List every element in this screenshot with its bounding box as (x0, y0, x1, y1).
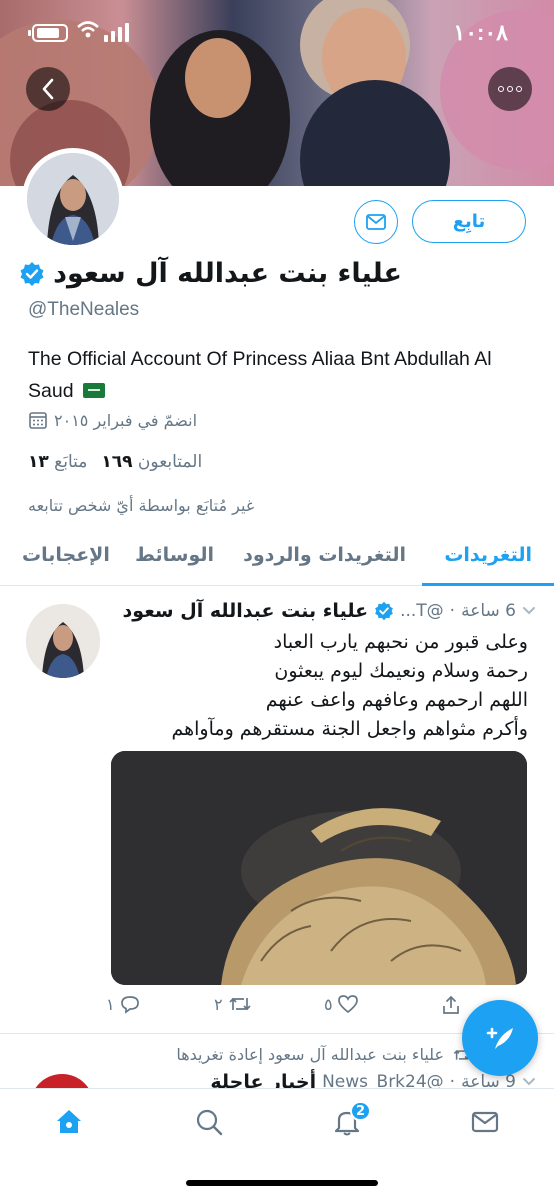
tab-home[interactable] (54, 1107, 84, 1141)
following-label: متابَع (54, 452, 88, 472)
tweet-line: رحمة وسلام ونعيمك ليوم يبعثون (274, 660, 528, 682)
calendar-icon (29, 412, 47, 429)
share-icon (443, 995, 459, 1014)
joined-text: انضمّ في فبراير ٢٠١٥ (54, 410, 198, 430)
reply-count: ١ (106, 994, 115, 1014)
like-action[interactable]: ٥ (324, 994, 359, 1014)
chevron-down-icon[interactable] (522, 606, 536, 616)
profile-display-name: علياء بنت عبدالله آل سعود (53, 258, 402, 289)
chevron-left-icon (42, 78, 54, 100)
more-dot-icon (516, 86, 522, 92)
compose-tweet-button[interactable] (462, 1000, 538, 1076)
follow-button[interactable]: تابِع (412, 200, 526, 243)
home-indicator (186, 1180, 378, 1186)
tweet-meta-separator: · (449, 601, 456, 621)
avatar-portrait (26, 604, 100, 678)
retweet-note: علياء بنت عبدالله آل سعود إعادة تغريدها (176, 1045, 472, 1064)
tweet-author: علياء بنت عبدالله آل سعود (122, 600, 369, 622)
home-icon (57, 1110, 81, 1133)
reply-icon (120, 996, 139, 1014)
tweet-handle: @T... (400, 601, 444, 621)
message-button[interactable] (354, 200, 398, 244)
notifications-badge: 2 (350, 1101, 372, 1121)
tab-search[interactable] (194, 1107, 224, 1141)
tweet-line: وعلى قبور من نحبهم يارب العباد (273, 631, 528, 653)
tab-notifications[interactable]: 2 (332, 1101, 372, 1141)
verified-badge-icon (375, 601, 393, 621)
search-icon (196, 1109, 223, 1136)
retweet-icon (228, 997, 251, 1011)
signal-icon (104, 22, 129, 42)
status-bar: ١٠:٠٨ (0, 14, 554, 48)
followers-count: ١٦٩ (101, 452, 133, 472)
followers-count-link[interactable]: المتابعون ١٦٩ (101, 452, 202, 472)
chevron-down-icon[interactable] (522, 1077, 536, 1087)
tweet-line: وأكرم مثواهم واجعل الجنة مستقرهم ومآواهم (171, 718, 528, 740)
tweet-media-image[interactable] (111, 751, 527, 985)
retweet-count: ٢ (214, 994, 223, 1014)
share-action[interactable] (440, 994, 462, 1016)
profile-tabs: التغريدات التغريدات والردود الوسائط الإع… (0, 534, 554, 586)
like-count: ٥ (324, 994, 333, 1014)
profile-bio: The Official Account Of Princess Aliaa B… (28, 343, 538, 407)
envelope-icon (471, 1111, 499, 1133)
following-count-link[interactable]: متابَع ١٣ (28, 452, 87, 472)
tweet-avatar[interactable] (26, 604, 100, 678)
profile-name-row: علياء بنت عبدالله آل سعود (19, 258, 402, 289)
saudi-flag-icon (82, 383, 105, 398)
tweet-text: وعلى قبور من نحبهم يارب العباد رحمة وسلا… (128, 628, 528, 744)
tab-tweets[interactable]: التغريدات (444, 544, 532, 566)
battery-icon (28, 24, 68, 42)
tab-likes[interactable]: الإعجابات (22, 544, 110, 566)
more-dot-icon (507, 86, 513, 92)
heart-icon (337, 995, 358, 1014)
more-options-button[interactable] (488, 67, 532, 111)
joined-date: انضمّ في فبراير ٢٠١٥ (28, 410, 197, 430)
more-dot-icon (498, 86, 504, 92)
profile-handle: @TheNeales (28, 299, 140, 320)
tweet-time: 6 ساعة (461, 601, 516, 621)
follow-counts: المتابعون ١٦٩ متابَع ١٣ (28, 452, 202, 472)
compose-feather-icon (486, 1027, 513, 1049)
back-button[interactable] (26, 67, 70, 111)
reply-action[interactable]: ١ (106, 994, 141, 1014)
not-followed-note: غير مُتابَع بواسطة أيّ شخص تتابعه (28, 496, 255, 515)
tab-tweets-replies[interactable]: التغريدات والردود (243, 544, 406, 566)
avatar-portrait (27, 153, 119, 245)
active-tab-indicator (422, 583, 554, 586)
following-count: ١٣ (28, 452, 49, 472)
calligraphy-sculpture-image (111, 751, 527, 985)
tweet-header: 6 ساعة · @T... علياء بنت عبدالله آل سعود (123, 600, 536, 622)
followers-label: المتابعون (137, 452, 203, 472)
status-time: ١٠:٠٨ (453, 20, 508, 45)
tweet-line: اللهم ارحمهم وعافهم واعف عنهم (265, 689, 528, 711)
tab-media[interactable]: الوسائط (135, 544, 214, 566)
envelope-icon (366, 214, 386, 230)
retweet-action[interactable]: ٢ (214, 994, 253, 1014)
tab-messages[interactable] (470, 1107, 500, 1141)
wifi-icon (77, 21, 99, 38)
retweet-note-text: علياء بنت عبدالله آل سعود إعادة تغريدها (176, 1045, 444, 1064)
profile-avatar[interactable] (22, 148, 124, 250)
verified-badge-icon (20, 261, 44, 286)
